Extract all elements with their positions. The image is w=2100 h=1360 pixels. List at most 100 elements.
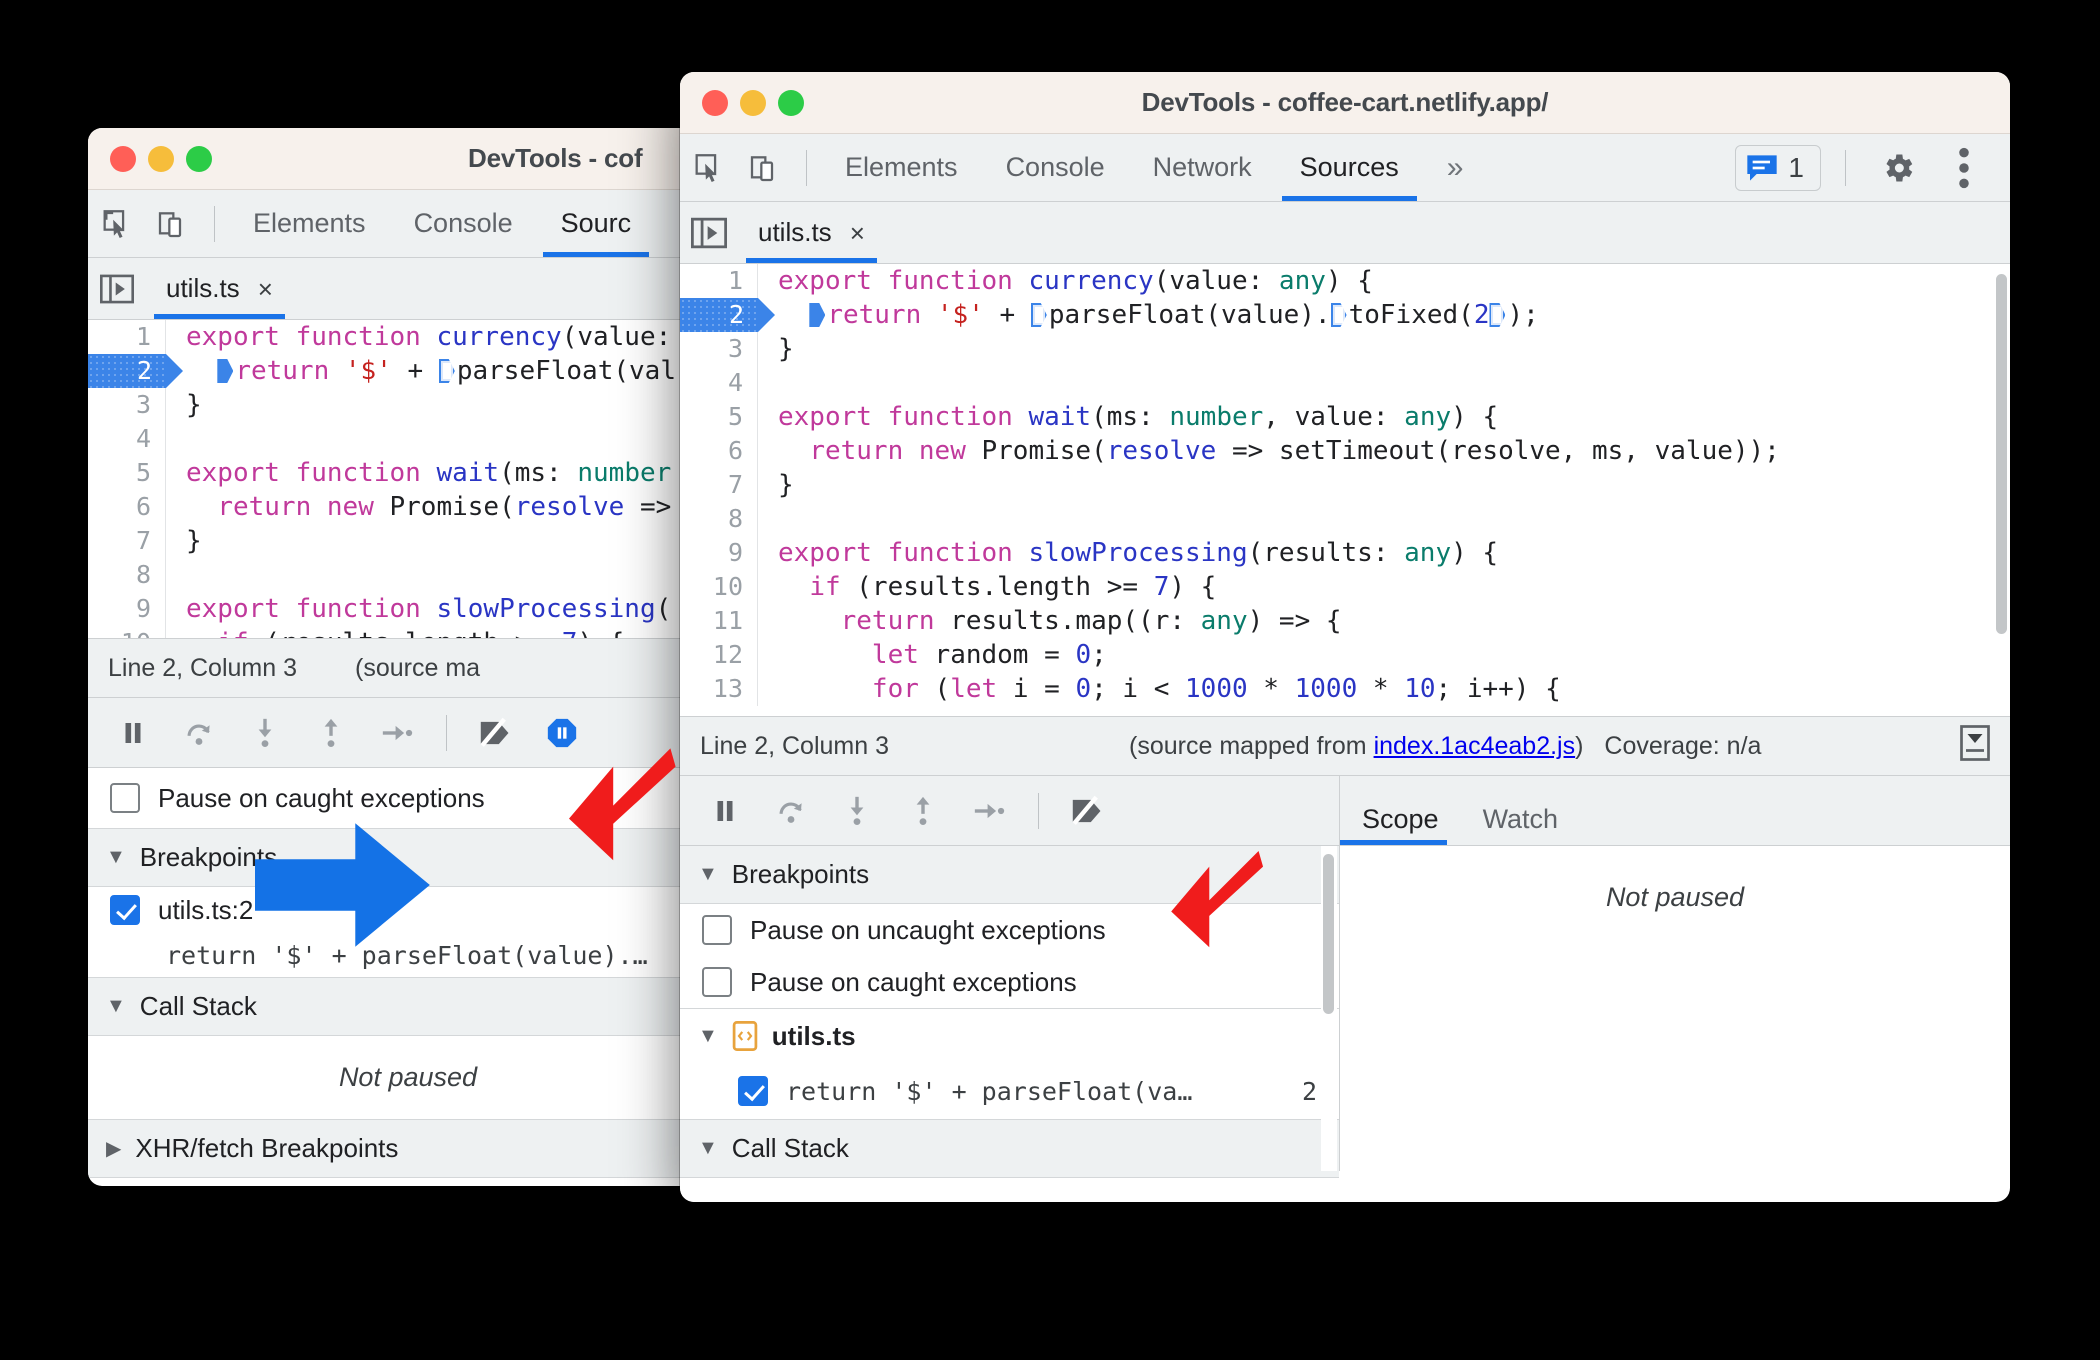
line-number[interactable]: 2	[680, 298, 775, 332]
inspect-element-icon[interactable]	[680, 140, 736, 196]
pause-resume-icon[interactable]	[694, 780, 756, 842]
code-line[interactable]: 11 return results.map((r: any) => {	[680, 604, 2010, 638]
code-line[interactable]: 6 return new Promise(resolve => setTimeo…	[680, 434, 2010, 468]
close-window-button[interactable]	[702, 89, 728, 116]
front-devtools-window[interactable]: DevTools - coffee-cart.netlify.app/ Elem…	[680, 72, 2010, 1202]
code-line[interactable]: 4	[680, 366, 2010, 400]
minimize-window-button[interactable]	[148, 145, 174, 172]
breakpoints-scrollbar[interactable]	[1321, 846, 1337, 1171]
tab-console[interactable]: Console	[982, 134, 1129, 201]
editor-scrollbar[interactable]	[1994, 264, 2010, 716]
inline-breakpoint-icon[interactable]	[1489, 303, 1506, 327]
step-icon[interactable]	[958, 780, 1020, 842]
tab-scope[interactable]: Scope	[1340, 804, 1461, 845]
front-code-editor[interactable]: 1 export function currency(value: any) {2…	[680, 264, 2010, 716]
pause-on-caught-checkbox[interactable]	[110, 783, 140, 813]
step-out-icon[interactable]	[892, 780, 954, 842]
breakpoint-entry[interactable]: return '$' + parseFloat(va… 2	[680, 1063, 1339, 1119]
chevron-right-icon[interactable]: ▶	[106, 1136, 121, 1161]
breakpoint-entry-checkbox[interactable]	[738, 1076, 768, 1106]
line-number[interactable]: 5	[88, 456, 166, 490]
inline-breakpoint-icon[interactable]	[438, 359, 455, 383]
minimize-window-button[interactable]	[740, 89, 766, 116]
pause-on-caught-exceptions-row[interactable]: Pause on caught exceptions	[680, 956, 1339, 1008]
code-line[interactable]: 2 return '$' + parseFloat(value). toFixed…	[680, 298, 2010, 332]
device-toolbar-icon[interactable]	[144, 196, 200, 252]
inline-breakpoint-icon[interactable]	[1030, 303, 1047, 327]
pause-on-caught-exceptions-row[interactable]: Pause on caught exceptions	[88, 768, 728, 828]
step-over-icon[interactable]	[760, 780, 822, 842]
code-line[interactable]: 1 export function currency(value:	[88, 320, 728, 354]
line-number[interactable]: 4	[88, 422, 166, 456]
code-line[interactable]: 3}	[88, 388, 728, 422]
close-window-button[interactable]	[110, 145, 136, 172]
breakpoints-section-header[interactable]: ▼ Breakpoints	[680, 846, 1339, 904]
more-options-icon[interactable]	[1936, 140, 1992, 196]
tab-watch[interactable]: Watch	[1461, 804, 1581, 845]
step-over-icon[interactable]	[168, 702, 230, 764]
step-into-icon[interactable]	[826, 780, 888, 842]
line-number[interactable]: 2	[88, 354, 183, 388]
tab-elements[interactable]: Elements	[821, 134, 982, 201]
line-number[interactable]: 11	[680, 604, 758, 638]
chevron-down-icon[interactable]: ▼	[698, 1137, 718, 1160]
device-toolbar-icon[interactable]	[736, 140, 792, 196]
source-map-link[interactable]: index.1ac4eab2.js	[1374, 732, 1576, 760]
code-line[interactable]: 8	[680, 502, 2010, 536]
code-line[interactable]: 5 export function wait(ms: number	[88, 456, 728, 490]
line-number[interactable]: 8	[88, 558, 166, 592]
code-line[interactable]: 9 export function slowProcessing(results:…	[680, 536, 2010, 570]
code-line[interactable]: 6 return new Promise(resolve =>	[88, 490, 728, 524]
background-panel-tabs[interactable]: Elements Console Sourc	[229, 190, 655, 257]
step-icon[interactable]	[366, 702, 428, 764]
line-number[interactable]: 10	[680, 570, 758, 604]
line-number[interactable]: 5	[680, 400, 758, 434]
line-number[interactable]: 10	[88, 626, 166, 638]
code-line[interactable]: 2 return '$' + parseFloat(val	[88, 354, 728, 388]
show-navigator-icon[interactable]	[88, 274, 146, 304]
pause-on-uncaught-checkbox[interactable]	[702, 915, 732, 945]
console-messages-button[interactable]: 1	[1735, 144, 1821, 191]
inline-breakpoint-icon[interactable]	[1330, 303, 1347, 327]
step-into-icon[interactable]	[234, 702, 296, 764]
breakpoint-checkbox[interactable]	[110, 895, 140, 925]
background-code-editor[interactable]: 1 export function currency(value: 2 return…	[88, 320, 728, 638]
line-number[interactable]: 1	[680, 264, 758, 298]
line-number[interactable]: 7	[680, 468, 758, 502]
step-out-icon[interactable]	[300, 702, 362, 764]
chevron-down-icon[interactable]: ▼	[106, 846, 126, 869]
code-line[interactable]: 9 export function slowProcessing(	[88, 592, 728, 626]
breakpoint-file-group[interactable]: ▼ utils.ts	[680, 1009, 1339, 1063]
code-line[interactable]: 12 let random = 0;	[680, 638, 2010, 672]
tab-elements[interactable]: Elements	[229, 190, 390, 257]
line-number[interactable]: 7	[88, 524, 166, 558]
inline-breakpoint-active-icon[interactable]	[217, 359, 234, 383]
chevron-down-icon[interactable]: ▼	[698, 863, 718, 886]
code-line[interactable]: 4	[88, 422, 728, 456]
editor-scroll-thumb[interactable]	[1996, 274, 2007, 634]
line-number[interactable]: 1	[88, 320, 166, 354]
show-navigator-icon[interactable]	[680, 217, 738, 249]
line-number[interactable]: 8	[680, 502, 758, 536]
file-tab-utils-ts[interactable]: utils.ts ×	[146, 258, 293, 319]
front-panel-tabs[interactable]: Elements Console Network Sources	[821, 134, 1423, 201]
call-stack-section-header[interactable]: ▼ Call Stack	[88, 978, 728, 1036]
maximize-window-button[interactable]	[778, 89, 804, 116]
gear-icon[interactable]	[1870, 140, 1926, 196]
line-number[interactable]: 9	[680, 536, 758, 570]
pause-resume-icon[interactable]	[102, 702, 164, 764]
scope-watch-tabs[interactable]: Scope Watch	[1340, 776, 2010, 846]
call-stack-section-header[interactable]: ▼ Call Stack	[680, 1120, 1339, 1178]
chevron-down-icon[interactable]: ▼	[698, 1025, 718, 1048]
tab-console[interactable]: Console	[390, 190, 537, 257]
deactivate-breakpoints-icon[interactable]	[465, 702, 527, 764]
editor-options-icon[interactable]	[1960, 724, 1990, 768]
line-number[interactable]: 13	[680, 672, 758, 706]
traffic-lights[interactable]	[88, 145, 212, 172]
code-line[interactable]: 7}	[88, 524, 728, 558]
pause-on-exceptions-icon[interactable]	[531, 702, 593, 764]
file-tab-utils-ts[interactable]: utils.ts ×	[738, 202, 885, 263]
inspect-element-icon[interactable]	[88, 196, 144, 252]
breakpoint-item[interactable]: utils.ts:2	[88, 887, 728, 933]
code-line[interactable]: 5 export function wait(ms: number, value:…	[680, 400, 2010, 434]
